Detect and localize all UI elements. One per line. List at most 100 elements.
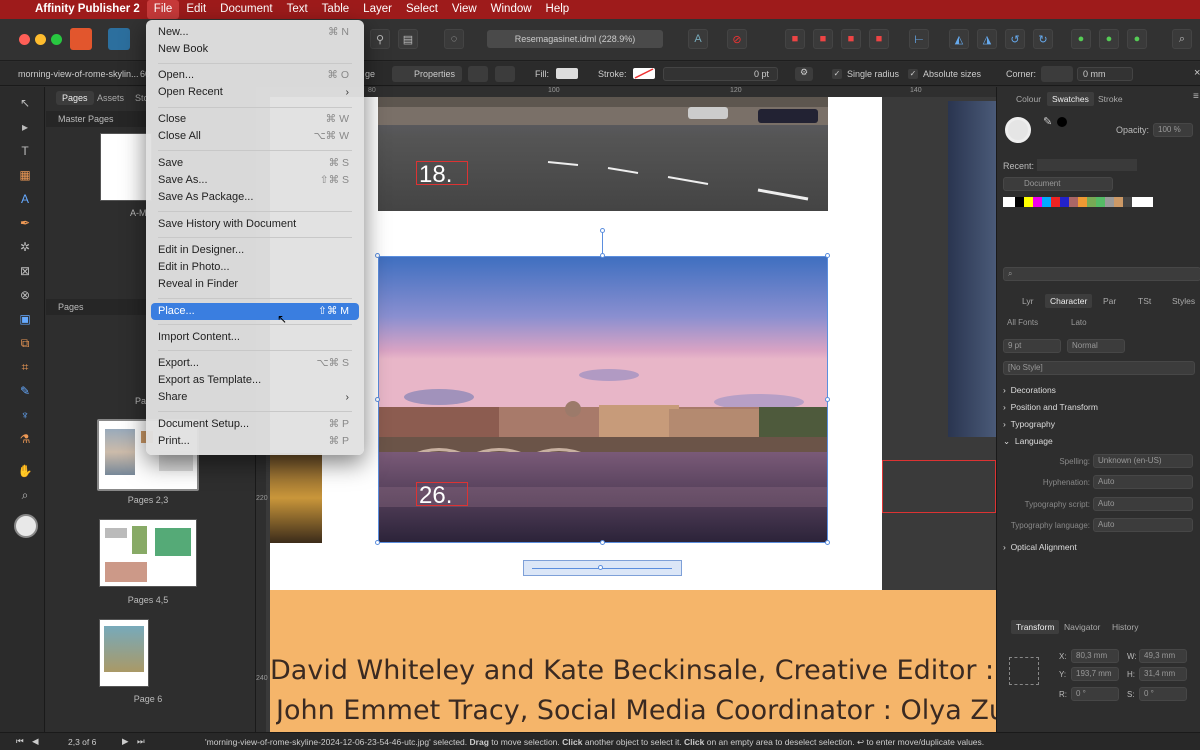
stroke-swatch[interactable] [633,68,655,79]
frame-icon[interactable]: ▤ [398,29,418,49]
resize-handle[interactable] [375,397,380,402]
spread-4-5-thumbnail[interactable] [99,519,197,587]
w-field[interactable]: 49,3 mm [1139,649,1187,663]
fill-color-well[interactable] [14,514,38,538]
menu-item-close-all[interactable]: Close All ⌥⌘ W [151,128,359,145]
x-field[interactable]: 80,3 mm [1071,649,1119,663]
pin-icon[interactable]: ⚲ [370,29,390,49]
hand-tool-icon[interactable]: ✋ [17,463,33,479]
resize-handle[interactable] [375,540,380,545]
move-tool-icon[interactable]: ↖ [17,95,33,111]
boolean-xor-icon[interactable]: ■ [869,29,889,49]
fill-tool-icon[interactable]: ✎ [17,383,33,399]
h-field[interactable]: 31,4 mm [1139,667,1187,681]
menu-view[interactable]: View [445,0,484,19]
recent-swatches[interactable] [1037,159,1137,171]
gear-icon[interactable]: ⚙ [795,67,813,81]
publisher-persona-icon[interactable] [70,28,92,50]
single-radius-checkbox[interactable]: ✓ [832,69,842,79]
zoom-tool-icon[interactable]: ⌕ [17,487,33,503]
fill-stroke-selector[interactable] [1005,117,1031,143]
picture-frame-controls[interactable] [523,560,682,576]
rotate-right-icon[interactable]: ↻ [1033,29,1053,49]
swatch-search-field[interactable]: ⌕ [1003,267,1200,281]
typography-section[interactable]: › Typography [1003,419,1055,429]
document-title[interactable]: Resemagasinet.idml (228.9%) [487,30,663,48]
app-menu[interactable]: Affinity Publisher 2 [28,0,147,19]
font-size-field[interactable]: 9 pt [1003,339,1061,353]
eyedropper-icon[interactable]: ✎ [1043,115,1052,128]
building-photo[interactable] [270,453,322,543]
menu-item-open[interactable]: Open... ⌘ O [151,67,359,84]
node-tool-icon[interactable]: ▸ [17,119,33,135]
text-frame-icon[interactable]: A [688,29,708,49]
horizontal-ruler[interactable]: 80 100 120 140 [256,87,996,97]
tab-character[interactable]: Character [1045,294,1093,308]
menu-item-export[interactable]: Export... ⌥⌘ S [151,355,359,372]
tab-swatches[interactable]: Swatches [1047,92,1094,106]
page-number-frame[interactable]: 18. [416,161,468,188]
color-picker-tool-icon[interactable]: ⚗ [17,431,33,447]
swatch-grid[interactable] [1003,197,1153,207]
menu-edit[interactable]: Edit [179,0,213,19]
lasso-icon[interactable]: ◌ [444,29,464,49]
resize-handle[interactable] [600,253,605,258]
frame-text-tool-icon[interactable]: T [17,143,33,159]
menu-item-share[interactable]: Share › [151,389,359,406]
menu-item-save[interactable]: Save ⌘ S [151,155,359,172]
rotation-handle[interactable] [600,228,605,233]
crop-button[interactable] [468,66,488,82]
typography-script-select[interactable]: Auto [1093,497,1193,511]
tab-colour[interactable]: Colour [1011,92,1046,106]
gear-shape-tool-icon[interactable]: ✲ [17,239,33,255]
palette-select[interactable]: Document [1003,177,1113,191]
tab-text-styles[interactable]: TSt [1133,294,1156,308]
tab-layers[interactable]: Lyr [1017,294,1039,308]
vector-crop-tool-icon[interactable]: ⧉ [17,335,33,351]
menu-item-save-as-package[interactable]: Save As Package... [151,189,359,206]
corner-type-select[interactable] [1041,66,1073,82]
stroke-width-field[interactable]: 0 pt [663,67,778,81]
menu-table[interactable]: Table [315,0,357,19]
menu-item-close[interactable]: Close ⌘ W [151,111,359,128]
resize-handle[interactable] [825,253,830,258]
artistic-text-tool-icon[interactable]: A [17,191,33,207]
menu-document[interactable]: Document [213,0,279,19]
properties-button[interactable]: Properties [392,66,462,82]
absolute-sizes-checkbox[interactable]: ✓ [908,69,918,79]
menu-item-edit-in-photo[interactable]: Edit in Photo... [151,259,359,276]
transparency-tool-icon[interactable]: ♆ [17,407,33,423]
panel-menu-icon[interactable]: ≡ [1193,91,1199,102]
optical-alignment-section[interactable]: › Optical Alignment [1003,542,1077,552]
menu-file[interactable]: File [146,0,180,19]
tab-transform[interactable]: Transform [1011,620,1060,634]
menu-item-export-as-template[interactable]: Export as Template... [151,372,359,389]
menu-item-save-as[interactable]: Save As... ⇧⌘ S [151,172,359,189]
tab-navigator[interactable]: Navigator [1059,620,1105,634]
credits-line-2[interactable]: John Emmet Tracy, Social Media Coordinat… [276,695,996,725]
minimize-window-button[interactable] [35,34,46,45]
menu-text[interactable]: Text [280,0,315,19]
preflight-icon[interactable]: ● [1099,29,1119,49]
table-tool-icon[interactable]: ▦ [17,167,33,183]
next-page-icon[interactable]: ▶ [122,736,129,747]
picture-frame-tool-icon[interactable]: ⊠ [17,263,33,279]
menu-help[interactable]: Help [539,0,577,19]
boolean-add-icon[interactable]: ■ [785,29,805,49]
font-weight-select[interactable]: Normal [1067,339,1125,353]
pen-tool-icon[interactable]: ✒ [17,215,33,231]
snapping-icon[interactable]: ⊘ [727,29,747,49]
stroke-color-dot[interactable] [1057,117,1067,127]
resize-handle[interactable] [375,253,380,258]
flip-horizontal-icon[interactable]: ◭ [949,29,969,49]
crop-tool-icon[interactable]: ⌗ [17,359,33,375]
position-transform-section[interactable]: › Position and Transform [1003,402,1098,412]
boolean-subtract-icon[interactable]: ■ [813,29,833,49]
hyphenation-select[interactable]: Auto [1093,475,1193,489]
credits-line-1[interactable]: David Whiteley and Kate Beckinsale, Crea… [270,655,996,685]
place-image-tool-icon[interactable]: ▣ [17,311,33,327]
close-icon[interactable]: × [1194,67,1200,79]
prev-page-icon[interactable]: ◀ [32,736,39,747]
fill-swatch[interactable] [556,68,578,79]
typography-language-select[interactable]: Auto [1093,518,1193,532]
